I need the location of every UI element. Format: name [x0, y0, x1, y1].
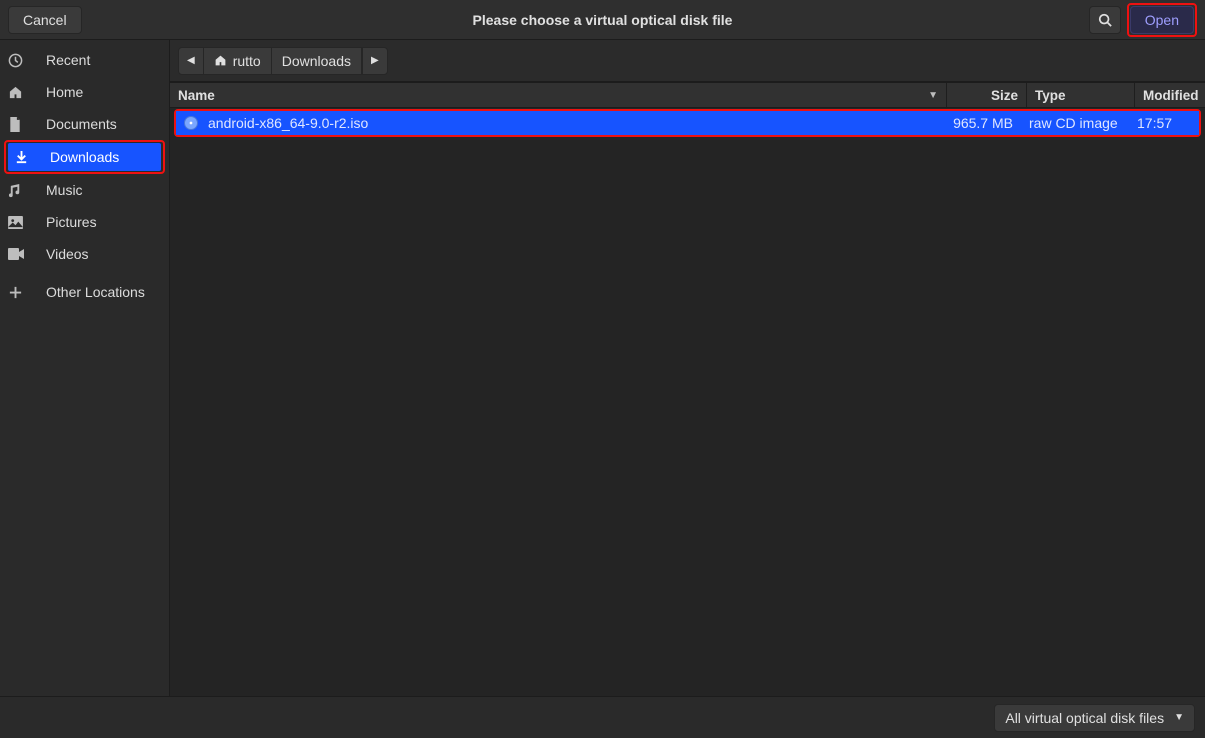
video-icon — [8, 248, 34, 260]
file-type-filter[interactable]: All virtual optical disk files ▼ — [994, 704, 1195, 732]
main-pane: ◀ rutto Downloads ▶ Name ▼ — [170, 40, 1205, 696]
column-header-modified[interactable]: Modified — [1135, 83, 1205, 107]
sidebar-item-label: Downloads — [50, 149, 119, 165]
path-segment-label: Downloads — [282, 53, 351, 69]
sidebar-item-label: Documents — [46, 116, 117, 132]
filter-label: All virtual optical disk files — [1005, 710, 1164, 726]
search-button[interactable] — [1089, 6, 1121, 34]
file-list-header: Name ▼ Size Type Modified — [170, 82, 1205, 108]
chevron-down-icon: ▼ — [1174, 712, 1184, 723]
sidebar-item-label: Pictures — [46, 214, 97, 230]
music-icon — [8, 183, 34, 198]
file-size: 965.7 MB — [953, 115, 1013, 131]
search-icon — [1098, 13, 1112, 27]
sidebar-item-label: Other Locations — [46, 284, 145, 300]
file-name: android-x86_64-9.0-r2.iso — [208, 115, 368, 131]
document-icon — [8, 117, 34, 132]
sidebar-item-home[interactable]: Home — [0, 76, 169, 108]
triangle-right-icon: ▶ — [371, 55, 379, 66]
column-label: Name — [178, 88, 215, 103]
sidebar-item-videos[interactable]: Videos — [0, 238, 169, 270]
column-label: Modified — [1143, 88, 1199, 103]
sidebar-item-label: Recent — [46, 52, 90, 68]
sidebar-item-pictures[interactable]: Pictures — [0, 206, 169, 238]
disc-icon — [184, 116, 198, 130]
sidebar-item-label: Home — [46, 84, 83, 100]
home-icon — [8, 85, 34, 100]
file-modified: 17:57 — [1137, 115, 1172, 131]
sidebar-item-label: Music — [46, 182, 83, 198]
triangle-left-icon: ◀ — [187, 55, 195, 66]
file-row-highlight: android-x86_64-9.0-r2.iso 965.7 MB raw C… — [174, 109, 1201, 137]
path-segment-current[interactable]: Downloads — [272, 47, 362, 75]
clock-icon — [8, 53, 34, 68]
places-sidebar: Recent Home Documents Downloads — [0, 40, 170, 696]
column-header-type[interactable]: Type — [1027, 83, 1135, 107]
header-bar: Cancel Please choose a virtual optical d… — [0, 0, 1205, 40]
file-type: raw CD image — [1029, 115, 1118, 131]
column-label: Type — [1035, 88, 1066, 103]
open-button-highlight: Open — [1127, 3, 1197, 37]
column-header-name[interactable]: Name ▼ — [170, 83, 947, 107]
sidebar-item-other-locations[interactable]: Other Locations — [0, 276, 169, 308]
column-label: Size — [991, 88, 1018, 103]
sort-indicator-icon: ▼ — [928, 90, 938, 101]
path-back-button[interactable]: ◀ — [178, 47, 204, 75]
column-header-size[interactable]: Size — [947, 83, 1027, 107]
footer-bar: All virtual optical disk files ▼ — [0, 696, 1205, 738]
download-icon — [14, 150, 40, 165]
cancel-button[interactable]: Cancel — [8, 6, 82, 34]
sidebar-item-downloads[interactable]: Downloads — [8, 143, 161, 171]
picture-icon — [8, 216, 34, 229]
file-list-pane: Name ▼ Size Type Modified — [170, 82, 1205, 696]
sidebar-item-documents[interactable]: Documents — [0, 108, 169, 140]
file-row[interactable]: android-x86_64-9.0-r2.iso 965.7 MB raw C… — [176, 111, 1199, 135]
path-forward-button[interactable]: ▶ — [362, 47, 388, 75]
sidebar-item-recent[interactable]: Recent — [0, 44, 169, 76]
path-segment-label: rutto — [233, 53, 261, 69]
path-segment-home[interactable]: rutto — [204, 47, 272, 75]
open-button[interactable]: Open — [1130, 6, 1194, 34]
sidebar-item-label: Videos — [46, 246, 89, 262]
path-bar: ◀ rutto Downloads ▶ — [170, 40, 1205, 82]
plus-icon — [8, 285, 34, 300]
file-list[interactable]: android-x86_64-9.0-r2.iso 965.7 MB raw C… — [170, 108, 1205, 696]
dialog-title: Please choose a virtual optical disk fil… — [0, 12, 1205, 28]
sidebar-item-music[interactable]: Music — [0, 174, 169, 206]
sidebar-item-downloads-highlight: Downloads — [4, 140, 165, 174]
home-icon — [214, 54, 227, 67]
